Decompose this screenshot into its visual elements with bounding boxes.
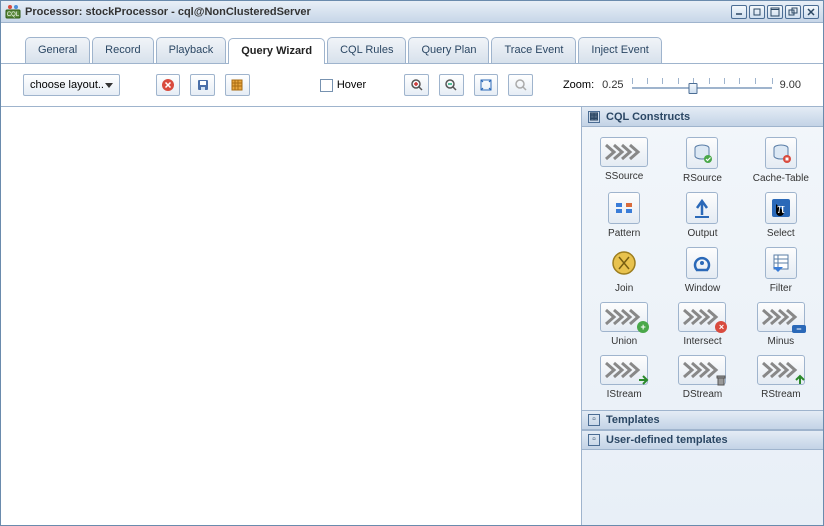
minus-label: Minus (767, 336, 794, 347)
construct-pattern[interactable]: Pattern (586, 192, 662, 239)
zoom-slider[interactable] (632, 74, 772, 96)
toolbar: choose layout.. Hover Zoo (1, 64, 823, 106)
section-title-user-templates: User-defined templates (606, 434, 728, 446)
construct-window[interactable]: Window (664, 247, 740, 294)
section-header-templates[interactable]: ▫ Templates (582, 410, 823, 430)
pattern-label: Pattern (608, 228, 640, 239)
titlebar: CQL Processor: stockProcessor - cql@NonC… (1, 1, 823, 23)
zoom-out-button[interactable] (439, 74, 464, 96)
construct-rstream[interactable]: RStream (743, 355, 819, 400)
cache-table-icon (765, 137, 797, 169)
union-label: Union (611, 336, 637, 347)
section-title-constructs: CQL Constructs (606, 111, 690, 123)
collapse-icon: ▫ (588, 414, 600, 426)
construct-ssource[interactable]: SSource (586, 137, 662, 184)
join-icon (608, 247, 640, 279)
slider-handle[interactable] (689, 83, 698, 94)
output-icon (686, 192, 718, 224)
tab-trace-event[interactable]: Trace Event (491, 37, 576, 63)
join-label: Join (615, 283, 633, 294)
tab-inject-event[interactable]: Inject Event (578, 37, 661, 63)
content: ▦ CQL Constructs SSource RSource Cache-Tab… (1, 106, 823, 525)
layout-select[interactable]: choose layout.. (23, 74, 120, 96)
construct-output[interactable]: Output (664, 192, 740, 239)
tab-query-plan[interactable]: Query Plan (408, 37, 489, 63)
restore-button[interactable] (749, 5, 765, 19)
construct-filter[interactable]: Filter (743, 247, 819, 294)
svg-text:CQL: CQL (7, 12, 20, 18)
output-label: Output (687, 228, 717, 239)
layout-select-value: choose layout.. (30, 79, 104, 91)
canvas[interactable] (1, 107, 581, 525)
window-buttons (731, 5, 819, 19)
grid-icon: ▦ (588, 111, 600, 123)
construct-minus[interactable]: − Minus (743, 302, 819, 347)
zoom-fit-button[interactable] (474, 74, 499, 96)
construct-intersect[interactable]: × Intersect (664, 302, 740, 347)
tab-record[interactable]: Record (92, 37, 153, 63)
dstream-label: DStream (683, 389, 722, 400)
svg-text:π: π (777, 201, 785, 217)
close-button[interactable] (803, 5, 819, 19)
tab-playback[interactable]: Playback (156, 37, 227, 63)
intersect-icon: × (678, 302, 726, 332)
construct-rsource[interactable]: RSource (664, 137, 740, 184)
construct-join[interactable]: Join (586, 247, 662, 294)
window: CQL Processor: stockProcessor - cql@NonC… (0, 0, 824, 526)
filter-label: Filter (770, 283, 792, 294)
rstream-icon (757, 355, 805, 385)
select-icon: π (765, 192, 797, 224)
select-label: Select (767, 228, 795, 239)
section-header-user-templates[interactable]: ▫ User-defined templates (582, 430, 823, 450)
ssource-label: SSource (605, 171, 643, 182)
section-header-constructs[interactable]: ▦ CQL Constructs (582, 107, 823, 127)
section-title-templates: Templates (606, 414, 660, 426)
rsource-label: RSource (683, 173, 722, 184)
construct-istream[interactable]: IStream (586, 355, 662, 400)
istream-label: IStream (607, 389, 642, 400)
tab-query-wizard[interactable]: Query Wizard (228, 38, 325, 64)
tab-general[interactable]: General (25, 37, 90, 63)
zoom-reset-button[interactable] (508, 74, 533, 96)
delete-button[interactable] (156, 74, 181, 96)
zoom-min: 0.25 (602, 79, 623, 91)
construct-select[interactable]: π Select (743, 192, 819, 239)
construct-dstream[interactable]: DStream (664, 355, 740, 400)
cache-table-label: Cache-Table (753, 173, 809, 184)
tab-bar: GeneralRecordPlaybackQuery WizardCQL Rul… (1, 23, 823, 64)
window-label: Window (685, 283, 721, 294)
zoom-in-button[interactable] (404, 74, 429, 96)
hover-checkbox[interactable] (320, 79, 333, 92)
zoom-max: 9.00 (780, 79, 801, 91)
hover-toggle: Hover (320, 79, 366, 92)
union-icon: + (600, 302, 648, 332)
zoom-control: Zoom: 0.25 9.00 (563, 74, 801, 96)
pattern-icon (608, 192, 640, 224)
maximize-button[interactable] (767, 5, 783, 19)
dstream-icon (678, 355, 726, 385)
window-icon (686, 247, 718, 279)
construct-union[interactable]: + Union (586, 302, 662, 347)
rsource-icon (686, 137, 718, 169)
side-panel: ▦ CQL Constructs SSource RSource Cache-Tab… (581, 107, 823, 525)
window-title: Processor: stockProcessor - cql@NonClust… (25, 6, 731, 18)
intersect-label: Intersect (683, 336, 721, 347)
filter-icon (765, 247, 797, 279)
tab-cql-rules[interactable]: CQL Rules (327, 37, 406, 63)
save-button[interactable] (190, 74, 215, 96)
construct-cache-table[interactable]: Cache-Table (743, 137, 819, 184)
app-icon: CQL (5, 4, 21, 20)
minimize-button[interactable] (731, 5, 747, 19)
hover-label: Hover (337, 79, 366, 91)
istream-icon (600, 355, 648, 385)
grid-button[interactable] (225, 74, 250, 96)
zoom-label: Zoom: (563, 79, 594, 91)
minus-icon: − (757, 302, 805, 332)
chevron-down-icon (105, 83, 113, 88)
ssource-icon (600, 137, 648, 167)
rstream-label: RStream (761, 389, 800, 400)
constructs-grid: SSource RSource Cache-Table Pattern Output πS… (582, 127, 823, 410)
collapse-icon: ▫ (588, 434, 600, 446)
detach-button[interactable] (785, 5, 801, 19)
